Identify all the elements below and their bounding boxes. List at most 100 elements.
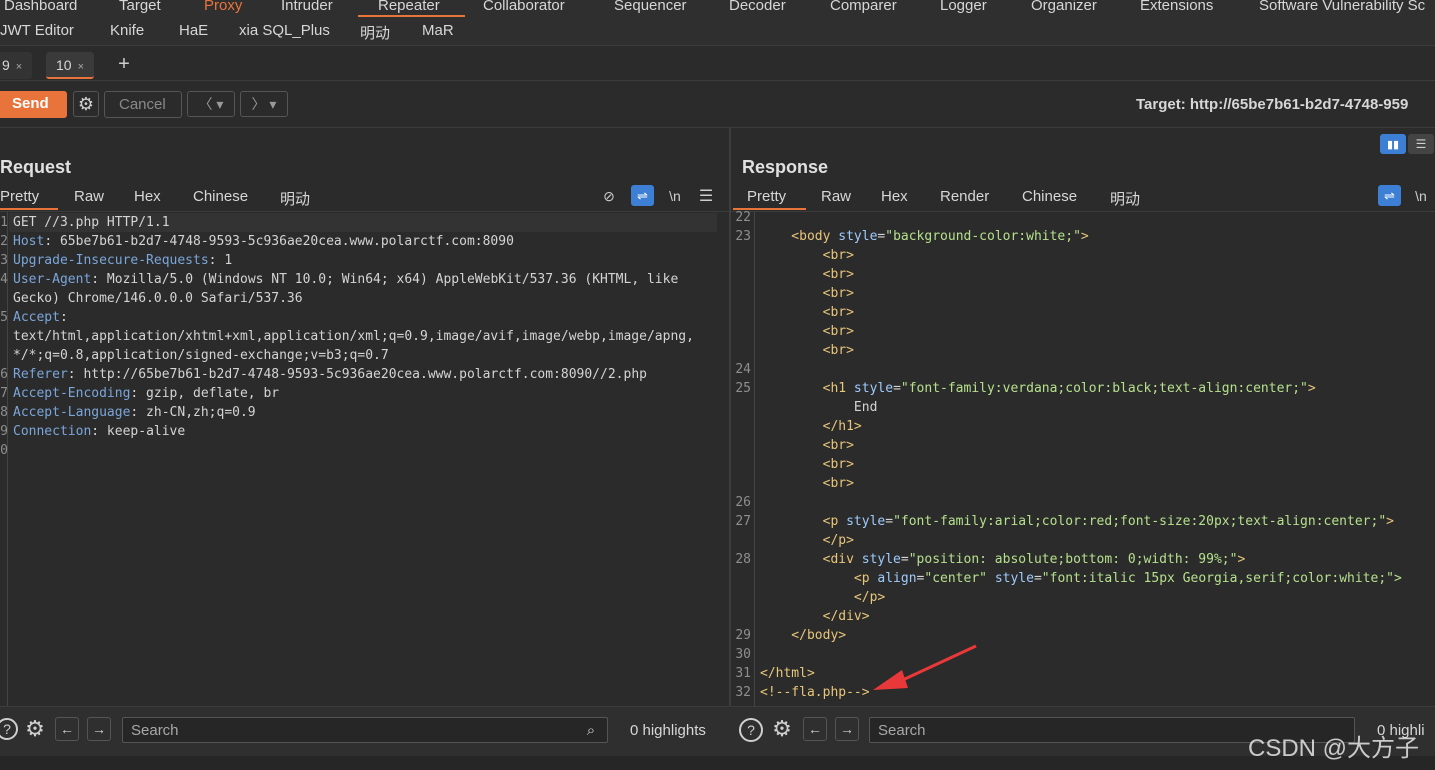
arrow-right-icon[interactable]: →: [87, 717, 111, 741]
repeater-tab-underline: [358, 15, 465, 17]
code-token: <div: [760, 552, 862, 567]
close-icon[interactable]: ×: [16, 61, 22, 73]
tab-logger[interactable]: Logger: [940, 0, 987, 14]
menu-icon[interactable]: ☰: [697, 185, 715, 206]
response-tab-pretty[interactable]: Pretty: [747, 188, 786, 205]
layout-split-icon[interactable]: ▮▮: [1380, 134, 1406, 154]
response-tab-render[interactable]: Render: [940, 188, 989, 205]
code-token: =: [893, 381, 901, 396]
tab-dashboard[interactable]: Dashboard: [4, 0, 77, 14]
arrow-left-icon[interactable]: ←: [803, 717, 827, 741]
code-line: <p align="center" style="font:italic 15p…: [733, 569, 1435, 588]
code-token: "center": [924, 571, 995, 586]
layout-stack-icon[interactable]: ☰: [1408, 134, 1434, 154]
tab-hae[interactable]: HaE: [179, 22, 208, 39]
code-text: <br>: [760, 341, 854, 360]
request-search-input[interactable]: Search: [122, 717, 608, 743]
repeater-tab-9[interactable]: 9 ×: [0, 52, 33, 79]
gear-icon[interactable]: ⚙: [22, 716, 48, 742]
tab-repeater[interactable]: Repeater: [378, 0, 440, 14]
code-token: : Mozilla/5.0 (Windows NT 10.0; Win64; x…: [91, 272, 679, 287]
code-token: <br>: [760, 457, 854, 472]
tab-organizer[interactable]: Organizer: [1031, 0, 1097, 14]
add-tab-icon[interactable]: +: [113, 53, 135, 75]
gear-icon[interactable]: ⚙: [73, 91, 99, 117]
tab-comparer[interactable]: Comparer: [830, 0, 897, 14]
code-line: <br>: [733, 303, 1435, 322]
code-line: </p>: [733, 531, 1435, 550]
tab-proxy[interactable]: Proxy: [204, 0, 242, 14]
line-number: 3: [0, 253, 8, 268]
code-text: <br>: [760, 322, 854, 341]
tab-decoder[interactable]: Decoder: [729, 0, 786, 14]
request-tab-mingdong[interactable]: 明动: [280, 188, 310, 209]
hide-eye-icon[interactable]: ⊘: [599, 186, 619, 206]
code-line: 23 <body style="background-color:white;"…: [733, 227, 1435, 246]
back-button[interactable]: 〈 ▾: [187, 91, 235, 117]
code-line: <br>: [733, 265, 1435, 284]
target-label[interactable]: Target: http://65be7b61-b2d7-4748-959: [1136, 96, 1408, 113]
code-line: */*;q=0.8,application/signed-exchange;v=…: [0, 346, 729, 365]
gear-icon[interactable]: ⚙: [769, 716, 795, 742]
tab-mingdong[interactable]: 明动: [360, 22, 390, 43]
code-text: <div style="position: absolute;bottom: 0…: [760, 550, 1246, 569]
tab-xia-sql-plus[interactable]: xia SQL_Plus: [239, 22, 330, 39]
response-tab-chinese[interactable]: Chinese: [1022, 188, 1077, 205]
request-tab-pretty[interactable]: Pretty: [0, 188, 39, 205]
code-token: Gecko) Chrome/146.0.0.0 Safari/537.36: [13, 291, 303, 306]
tab-intruder[interactable]: Intruder: [281, 0, 333, 14]
code-token: <p: [760, 571, 878, 586]
code-text: <br>: [760, 474, 854, 493]
tab-sequencer[interactable]: Sequencer: [614, 0, 687, 14]
code-token: Host: [13, 234, 45, 249]
help-icon[interactable]: ?: [739, 718, 763, 742]
request-tab-chinese[interactable]: Chinese: [193, 188, 248, 205]
tab-collaborator[interactable]: Collaborator: [483, 0, 565, 14]
request-editor-border: [0, 211, 729, 212]
request-editor[interactable]: 1 GET //3.php HTTP/1.1 2 Host: 65be7b61-b2d…: [0, 213, 729, 703]
code-text: User-Agent: Mozilla/5.0 (Windows NT 10.0…: [13, 270, 678, 289]
tab-software-vulnerability[interactable]: Software Vulnerability Sc: [1259, 0, 1425, 14]
line-number: 28: [735, 552, 751, 567]
code-text: GET //3.php HTTP/1.1: [13, 213, 170, 232]
tab-mar[interactable]: MaR: [422, 22, 454, 39]
response-tab-raw[interactable]: Raw: [821, 188, 851, 205]
code-token: >: [1386, 514, 1394, 529]
request-tab-raw[interactable]: Raw: [74, 188, 104, 205]
tab-target[interactable]: Target: [119, 0, 161, 14]
wrap-lines-icon[interactable]: ⇌: [631, 185, 654, 206]
response-tab-hex[interactable]: Hex: [881, 188, 908, 205]
code-token: <body: [760, 229, 839, 244]
code-text: </html>: [760, 664, 815, 683]
code-line: </h1>: [733, 417, 1435, 436]
repeater-tab-10[interactable]: 10 ×: [46, 52, 95, 79]
line-number: 8: [0, 405, 8, 420]
tab-extensions[interactable]: Extensions: [1140, 0, 1213, 14]
cancel-button[interactable]: Cancel: [104, 91, 182, 118]
send-button[interactable]: Send: [0, 91, 67, 118]
code-token: </h1>: [760, 419, 862, 434]
code-line: 5 Accept:: [0, 308, 729, 327]
response-editor[interactable]: 22 23 <body style="background-color:white…: [733, 208, 1435, 704]
code-text: Host: 65be7b61-b2d7-4748-9593-5c936ae20c…: [13, 232, 514, 251]
tab-jwt-editor[interactable]: JWT Editor: [0, 22, 74, 39]
code-text: End: [760, 398, 878, 417]
code-token: <br>: [760, 343, 854, 358]
tab-knife[interactable]: Knife: [110, 22, 144, 39]
code-line: 30: [733, 645, 1435, 664]
arrow-left-icon[interactable]: ←: [55, 717, 79, 741]
newline-icon[interactable]: \n: [664, 185, 686, 206]
code-line: </div>: [733, 607, 1435, 626]
close-icon[interactable]: ×: [78, 61, 84, 73]
arrow-right-icon[interactable]: →: [835, 717, 859, 741]
code-line: 7 Accept-Encoding: gzip, deflate, br: [0, 384, 729, 403]
request-tab-hex[interactable]: Hex: [134, 188, 161, 205]
forward-button[interactable]: 〉 ▾: [240, 91, 288, 117]
wrap-lines-icon[interactable]: ⇌: [1378, 185, 1401, 206]
response-tab-mingdong[interactable]: 明动: [1110, 188, 1140, 209]
code-token: "position: absolute;bottom: 0;width: 99%…: [908, 552, 1238, 567]
code-text: </p>: [760, 588, 885, 607]
newline-icon[interactable]: \n: [1410, 185, 1432, 206]
code-token: <br>: [760, 438, 854, 453]
code-token: align: [877, 571, 917, 586]
